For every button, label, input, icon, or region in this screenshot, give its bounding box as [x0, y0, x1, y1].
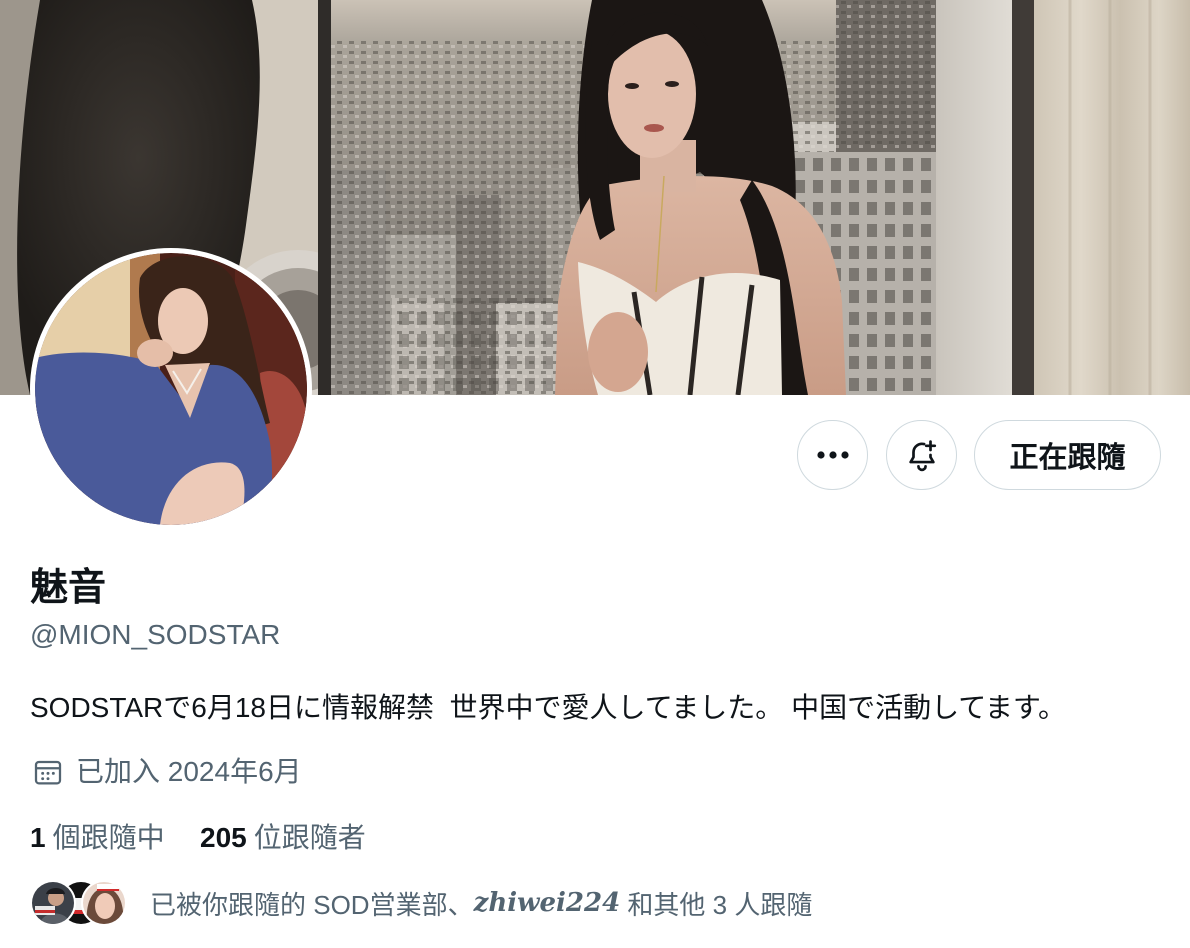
followers-you-know-prefix: 已被你跟隨的 SOD営業部、: [150, 889, 474, 920]
followers-count: 205: [200, 822, 247, 853]
followers-you-know-text: 已被你跟隨的 SOD営業部、 zhiwei224 和其他 3 人跟隨: [150, 880, 812, 926]
notifications-button[interactable]: [886, 420, 957, 490]
highlighted-follower-name: zhiwei224: [473, 888, 621, 918]
followers-link[interactable]: 205 位跟隨者: [200, 820, 366, 856]
profile-page: 正在跟隨 魅音 @MION_SODSTAR SODSTARで6月18日に情報解禁…: [0, 0, 1190, 948]
following-link[interactable]: 1 個跟隨中: [30, 820, 165, 856]
follower-avatar: [30, 880, 76, 926]
more-button[interactable]: [797, 420, 868, 490]
following-count: 1: [30, 822, 46, 853]
followers-label: 位跟隨者: [253, 822, 366, 853]
banner-right-room: [792, 0, 1190, 395]
following-button[interactable]: 正在跟隨: [974, 420, 1161, 490]
more-horizontal-icon: [816, 450, 850, 460]
join-date: 已加入 2024年6月: [32, 754, 302, 790]
profile-avatar[interactable]: [30, 248, 312, 530]
handle: @MION_SODSTAR: [30, 619, 281, 650]
display-name: 魅音: [30, 567, 107, 609]
followers-you-know-suffix: 和其他 3 人跟隨: [620, 889, 813, 920]
followers-you-know[interactable]: 已被你跟隨的 SOD営業部、 zhiwei224 和其他 3 人跟隨: [30, 880, 830, 926]
follower-avatar: [81, 880, 127, 926]
bell-plus-icon: [905, 438, 939, 472]
following-label: 個跟隨中: [52, 822, 165, 853]
bio: SODSTARで6月18日に情報解禁 世界中で愛人してました。 中国で活動してま…: [30, 692, 1067, 723]
calendar-icon: [32, 756, 64, 788]
join-date-text: 已加入 2024年6月: [76, 756, 302, 787]
avatar-image: [35, 253, 307, 525]
